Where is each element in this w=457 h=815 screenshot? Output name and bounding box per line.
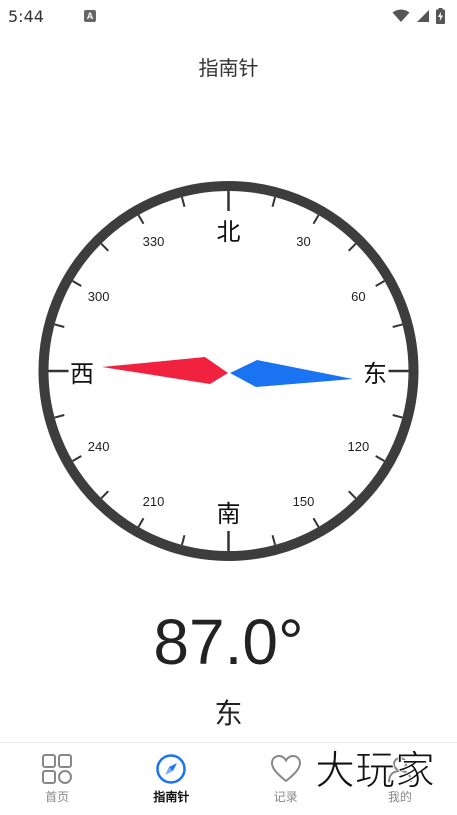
tab-records[interactable]: 记录 [229,743,343,815]
status-icons [392,8,445,24]
compass-tick [137,517,145,528]
compass-tick [348,243,357,252]
status-bar: 5:44 A [0,0,457,32]
heading-value: 87.0° [153,606,304,678]
status-time: 5:44 [8,6,44,26]
bottom-tab-bar: 首页 指南针 记录 我的 [0,742,457,815]
compass-needle-blue [230,360,353,387]
compass-tick [375,280,385,287]
south-label: 南 [217,500,241,528]
tab-profile-label: 我的 [387,790,412,804]
compass-tick [54,414,65,419]
tab-home-label: 首页 [45,790,70,804]
battery-charging-icon [436,8,445,24]
west-label: 西 [70,360,94,388]
degree-label: 150 [293,494,315,509]
compass-tick [392,323,403,328]
direction-label: 东 [214,697,243,730]
wifi-icon [392,9,410,22]
page-title: 指南针 [198,56,259,80]
signal-icon [417,10,429,22]
north-label: 北 [217,218,241,246]
tab-compass[interactable]: 指南针 [114,743,228,815]
compass-tick [72,455,82,462]
compass-dial: 30 60 120 150 210 240 300 330 北 东 南 西 [38,181,419,561]
tab-compass-label: 指南针 [153,790,190,804]
compass-icon [156,754,187,784]
compass-tick [137,214,145,225]
compass-tick [271,534,277,546]
compass-tick [271,196,277,208]
degree-label: 60 [351,289,365,304]
degree-label: 210 [143,494,165,509]
compass-tick [312,214,320,225]
compass-tick [100,490,109,499]
degree-label: 120 [348,439,370,454]
compass-tick [348,490,357,499]
tab-home[interactable]: 首页 [0,743,114,815]
compass-tick [72,280,82,287]
compass-tick [54,323,65,328]
east-label: 东 [363,360,387,388]
degree-label: 240 [88,439,110,454]
compass-tick [180,196,186,208]
degree-label: 330 [143,234,165,249]
compass-tick [312,517,320,528]
compass-tick [180,534,186,546]
grid-icon [42,754,73,784]
profile-icon [387,757,412,783]
status-left: 5:44 A [8,7,96,26]
degree-label: 300 [88,289,110,304]
heart-icon [270,754,301,783]
compass-needle-red [102,357,228,384]
compass-tick [100,243,109,252]
degree-label: 30 [296,234,310,249]
tab-records-label: 记录 [273,790,298,804]
tab-profile[interactable]: 我的 [343,743,457,815]
compass-tick [375,455,385,462]
notification-a-icon: A [83,10,96,22]
degree-labels: 30 60 120 150 210 240 300 330 [88,234,370,509]
compass-tick [392,414,403,419]
